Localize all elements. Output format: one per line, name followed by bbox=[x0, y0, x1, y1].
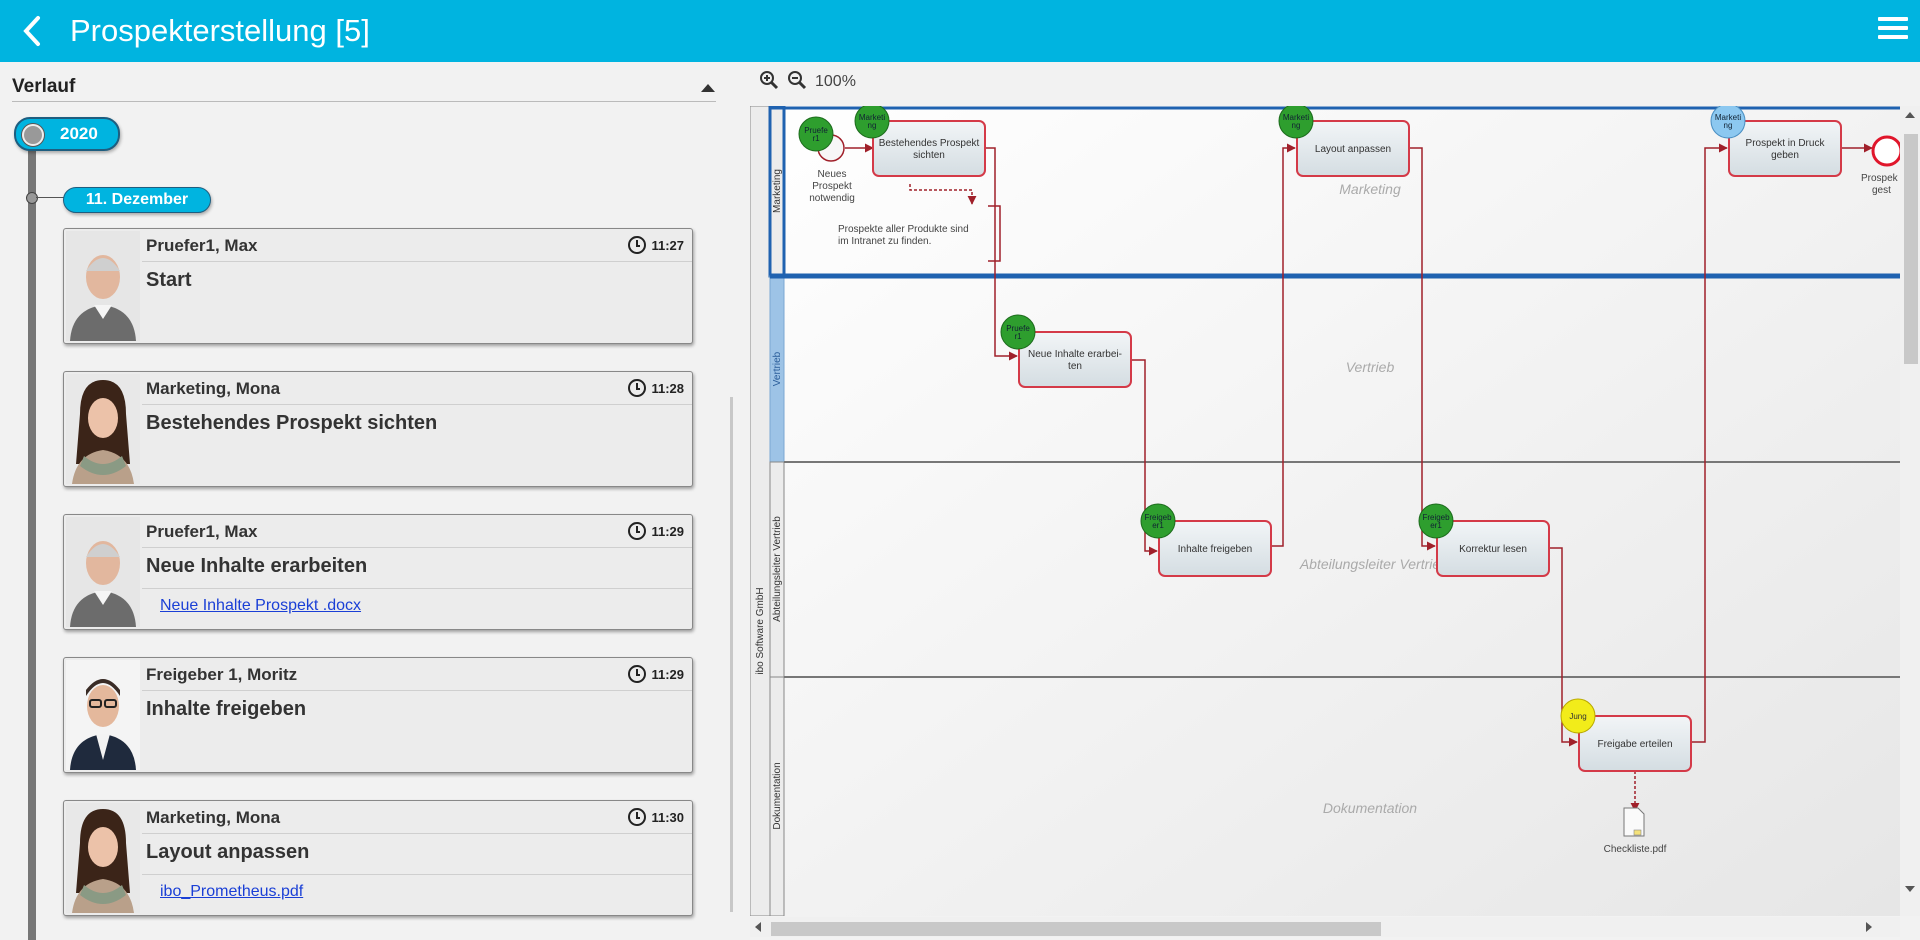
timeline-line bbox=[28, 132, 36, 940]
scroll-up-icon[interactable] bbox=[1905, 112, 1915, 118]
entry-action: Layout anpassen bbox=[146, 841, 310, 863]
lane-label: Abteilungsleiter Vertrieb bbox=[772, 516, 783, 622]
chevron-left-icon bbox=[23, 16, 40, 46]
svg-text:Prospekt in Druck: Prospekt in Druck bbox=[1746, 138, 1826, 149]
entry-action: Bestehendes Prospekt sichten bbox=[146, 412, 438, 434]
svg-text:ten: ten bbox=[1068, 361, 1082, 372]
svg-text:ng: ng bbox=[1292, 121, 1301, 130]
user-name: Pruefer1, Max bbox=[146, 236, 258, 255]
history-title: Verlauf bbox=[12, 76, 76, 97]
svg-text:Inhalte freigeben: Inhalte freigeben bbox=[1178, 544, 1253, 555]
avatar bbox=[66, 517, 140, 627]
lane-watermark: Abteilungsleiter Vertrie bbox=[1299, 556, 1441, 572]
annotation-text: Prospekte aller Produkte sind bbox=[838, 224, 969, 235]
avatar bbox=[66, 660, 140, 770]
svg-text:notwendig: notwendig bbox=[809, 193, 855, 204]
timeline-dot bbox=[26, 192, 38, 204]
lane-label: Marketing bbox=[772, 169, 783, 213]
diagram-hscroll-thumb[interactable] bbox=[771, 922, 1381, 936]
svg-text:Prospek: Prospek bbox=[1861, 173, 1899, 184]
svg-text:Korrektur lesen: Korrektur lesen bbox=[1459, 544, 1527, 555]
svg-text:r1: r1 bbox=[1014, 332, 1022, 341]
lane-label: Vertrieb bbox=[772, 351, 783, 386]
history-entry: Marketing, Mona 11:30 Layout anpassen ib… bbox=[63, 800, 693, 916]
back-button[interactable] bbox=[18, 14, 48, 48]
svg-text:sichten: sichten bbox=[913, 150, 945, 161]
user-name: Freigeber 1, Moritz bbox=[146, 665, 298, 684]
svg-text:er1: er1 bbox=[1430, 521, 1442, 530]
timeline-dot bbox=[22, 124, 44, 146]
collapse-caret-icon[interactable] bbox=[701, 84, 715, 92]
svg-text:Neues: Neues bbox=[818, 169, 847, 180]
svg-text:gest: gest bbox=[1872, 185, 1891, 196]
svg-text:ng: ng bbox=[868, 121, 877, 130]
entry-action: Start bbox=[146, 269, 192, 291]
pool-header bbox=[750, 106, 771, 916]
clock-icon bbox=[628, 665, 646, 683]
entry-time: 11:28 bbox=[651, 381, 684, 396]
clock-icon bbox=[628, 379, 646, 397]
svg-text:Bestehendes Prospekt: Bestehendes Prospekt bbox=[879, 138, 980, 149]
history-entry: Marketing, Mona 11:28 Bestehendes Prospe… bbox=[63, 371, 693, 487]
entry-time: 11:30 bbox=[651, 810, 684, 825]
svg-text:Neue Inhalte erarbei-: Neue Inhalte erarbei- bbox=[1028, 349, 1122, 360]
history-entry: Pruefer1, Max 11:29 Neue Inhalte erarbei… bbox=[63, 514, 693, 630]
attachment-link[interactable]: Neue Inhalte Prospekt .docx bbox=[160, 597, 361, 615]
menu-button[interactable] bbox=[1878, 14, 1908, 44]
svg-text:r1: r1 bbox=[812, 134, 820, 143]
attachment-link[interactable]: ibo_Prometheus.pdf bbox=[160, 883, 303, 901]
entry-time: 11:29 bbox=[651, 524, 684, 539]
user-name: Marketing, Mona bbox=[146, 379, 281, 398]
document-label: Checkliste.pdf bbox=[1604, 844, 1667, 855]
app-header: Prospekterstellung [5] bbox=[0, 0, 1920, 62]
pool-label: ibo Software GmbH bbox=[755, 587, 766, 674]
clock-icon bbox=[628, 236, 646, 254]
svg-text:geben: geben bbox=[1771, 150, 1799, 161]
entry-action: Inhalte freigeben bbox=[146, 698, 307, 720]
process-diagram[interactable]: ibo Software GmbH Marketing Vertrieb Abt… bbox=[750, 106, 1900, 916]
diagram-vscroll-thumb[interactable] bbox=[1904, 134, 1918, 364]
entry-action: Neue Inhalte erarbeiten bbox=[146, 555, 368, 577]
clock-icon bbox=[628, 522, 646, 540]
year-badge[interactable]: 2020 bbox=[14, 117, 120, 151]
history-panel: Verlauf 2020 11. Dezember Pruefer1, Max … bbox=[0, 62, 733, 940]
diagram-panel: 100% ibo Software GmbH Marketing Vertrie… bbox=[733, 62, 1920, 940]
entry-time: 11:27 bbox=[651, 238, 684, 253]
annotation-text: im Intranet zu finden. bbox=[838, 236, 931, 247]
svg-text:ng: ng bbox=[1724, 121, 1733, 130]
svg-text:Freigabe erteilen: Freigabe erteilen bbox=[1597, 739, 1672, 750]
zoom-in-icon[interactable] bbox=[759, 70, 779, 90]
avatar bbox=[66, 803, 140, 913]
year-label: 2020 bbox=[60, 124, 98, 143]
timeline-connector bbox=[36, 197, 66, 198]
user-name: Marketing, Mona bbox=[146, 808, 281, 827]
clock-icon bbox=[628, 808, 646, 826]
svg-text:er1: er1 bbox=[1152, 521, 1164, 530]
hamburger-menu-icon bbox=[1878, 17, 1908, 21]
lane-label: Dokumentation bbox=[772, 762, 783, 829]
entry-time: 11:29 bbox=[651, 667, 684, 682]
divider bbox=[12, 101, 716, 102]
avatar bbox=[66, 231, 140, 341]
svg-text:Prospekt: Prospekt bbox=[812, 181, 852, 192]
zoom-level: 100% bbox=[815, 73, 856, 90]
scroll-down-icon[interactable] bbox=[1905, 886, 1915, 892]
lane-watermark: Dokumentation bbox=[1323, 800, 1417, 816]
day-badge[interactable]: 11. Dezember bbox=[63, 187, 211, 213]
zoom-out-icon[interactable] bbox=[787, 70, 807, 90]
avatar bbox=[66, 374, 140, 484]
user-name: Pruefer1, Max bbox=[146, 522, 258, 541]
history-entry: Pruefer1, Max 11:27 Start bbox=[63, 228, 693, 344]
scroll-right-icon[interactable] bbox=[1866, 922, 1872, 932]
lane-watermark: Vertrieb bbox=[1346, 359, 1395, 375]
page-title: Prospekterstellung [5] bbox=[70, 13, 370, 48]
svg-text:Layout anpassen: Layout anpassen bbox=[1315, 144, 1391, 155]
scroll-left-icon[interactable] bbox=[755, 922, 761, 932]
history-entry: Freigeber 1, Moritz 11:29 Inhalte freige… bbox=[63, 657, 693, 773]
svg-text:Jung: Jung bbox=[1569, 712, 1586, 721]
lane-watermark: Marketing bbox=[1339, 181, 1401, 197]
